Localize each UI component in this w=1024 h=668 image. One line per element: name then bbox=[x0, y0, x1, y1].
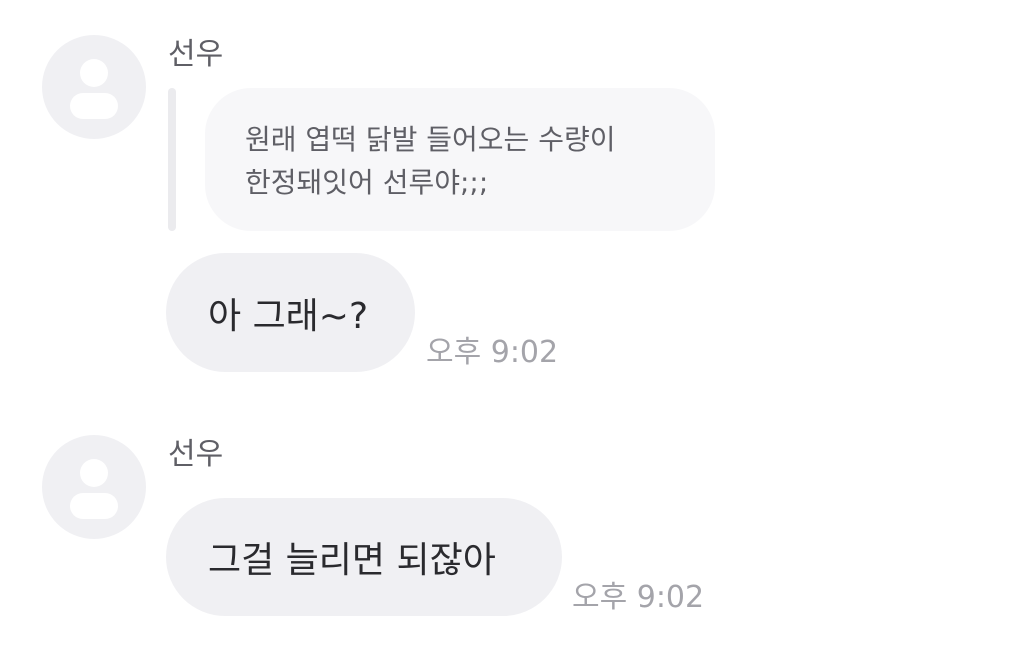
sender-avatar[interactable] bbox=[42, 35, 146, 139]
message-text: 아 그래~? bbox=[208, 295, 369, 337]
default-profile-icon bbox=[70, 459, 118, 519]
quote-bar bbox=[168, 88, 176, 231]
sender-avatar[interactable] bbox=[42, 435, 146, 539]
message-timestamp: 오후 9:02 bbox=[426, 335, 559, 370]
default-profile-icon bbox=[70, 59, 118, 119]
message-text: 그걸 늘리면 되잖아 bbox=[208, 540, 496, 581]
sender-name: 선우 bbox=[168, 37, 224, 72]
message-bubble[interactable]: 아 그래~? bbox=[166, 253, 415, 372]
quoted-message-line: 한정돼잇어 선루야;;; bbox=[245, 166, 489, 199]
sender-name: 선우 bbox=[168, 437, 224, 472]
message-timestamp: 오후 9:02 bbox=[572, 580, 705, 615]
quoted-message[interactable]: 원래 엽떡 닭발 들어오는 수량이 한정돼잇어 선루야;;; bbox=[205, 88, 715, 231]
message-bubble[interactable]: 그걸 늘리면 되잖아 bbox=[166, 498, 562, 616]
quoted-message-line: 원래 엽떡 닭발 들어오는 수량이 bbox=[245, 123, 616, 156]
